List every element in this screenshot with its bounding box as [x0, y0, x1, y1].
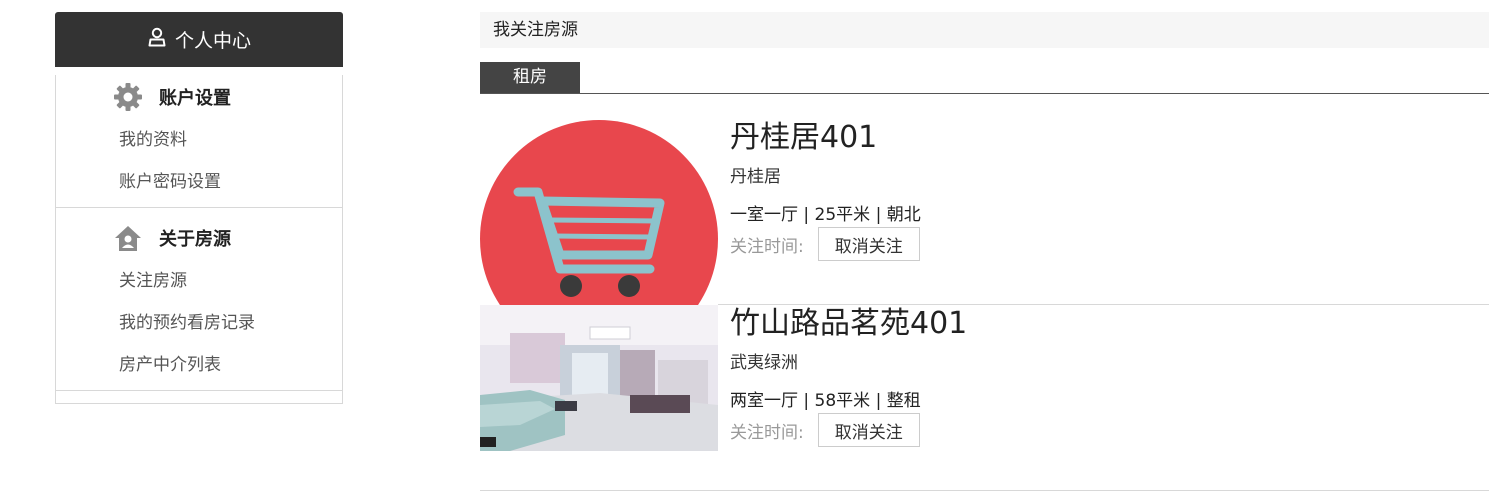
- sidebar-section-listings: 关于房源 关注房源 我的预约看房记录 房产中介列表: [56, 216, 342, 391]
- main-content: 我关注房源 租房 丹桂居401 丹桂居 一室一厅 | 25平米 | 朝北 关注时…: [480, 12, 1489, 491]
- breadcrumb: 我关注房源: [480, 12, 1489, 48]
- sidebar-footer: [56, 391, 342, 403]
- section-title-listings-label: 关于房源: [159, 229, 231, 250]
- sidebar-header-title: 个人中心: [174, 30, 251, 52]
- listing-image-living-room[interactable]: [480, 305, 718, 451]
- tab-rent[interactable]: 租房: [480, 62, 580, 93]
- sidebar-section-account: 账户设置 我的资料 账户密码设置: [56, 75, 342, 208]
- listing-title[interactable]: 竹山路品茗苑401: [730, 305, 967, 343]
- unfollow-button[interactable]: 取消关注: [817, 413, 920, 447]
- sidebar-header: 个人中心: [55, 12, 343, 67]
- listing-title[interactable]: 丹桂居401: [730, 119, 921, 157]
- follow-row: 关注时间: 取消关注: [730, 227, 921, 261]
- section-title-account-label: 账户设置: [159, 88, 231, 109]
- tab-bar: 租房: [480, 62, 1489, 94]
- listing-card: 竹山路品茗苑401 武夷绿洲 两室一厅 | 58平米 | 整租 关注时间: 取消…: [480, 305, 1489, 491]
- sidebar-item-followed-listings[interactable]: 关注房源: [56, 260, 342, 302]
- sidebar-menu: 账户设置 我的资料 账户密码设置 关于房源 关注房源 我的预约看房记录 房产中介…: [55, 75, 343, 404]
- listing-specs: 两室一厅 | 58平米 | 整租: [730, 391, 921, 411]
- follow-time-label: 关注时间:: [730, 236, 804, 257]
- listing-specs: 一室一厅 | 25平米 | 朝北: [730, 205, 921, 225]
- follow-time-label: 关注时间:: [730, 422, 804, 443]
- listing-community: 武夷绿洲: [730, 353, 798, 373]
- sidebar-item-password-settings[interactable]: 账户密码设置: [56, 161, 342, 203]
- sidebar: 个人中心 账户设置 我的资料 账户密码设置 关于房源 关注房源 我的预约看房记录…: [55, 12, 343, 404]
- gear-icon: [113, 82, 143, 112]
- house-icon: [113, 223, 143, 253]
- sidebar-item-viewing-appointments[interactable]: 我的预约看房记录: [56, 302, 342, 344]
- listing-image-cart[interactable]: [480, 119, 718, 305]
- listing-info: 丹桂居401 丹桂居 一室一厅 | 25平米 | 朝北 关注时间: 取消关注: [730, 119, 921, 261]
- listing-card: 丹桂居401 丹桂居 一室一厅 | 25平米 | 朝北 关注时间: 取消关注: [480, 119, 1489, 305]
- sidebar-item-my-profile[interactable]: 我的资料: [56, 119, 342, 161]
- listing-info: 竹山路品茗苑401 武夷绿洲 两室一厅 | 58平米 | 整租 关注时间: 取消…: [730, 305, 967, 447]
- sidebar-item-agency-list[interactable]: 房产中介列表: [56, 344, 342, 386]
- section-title-account: 账户设置: [56, 75, 342, 119]
- listing-community: 丹桂居: [730, 167, 781, 187]
- user-icon: [147, 27, 167, 52]
- follow-row: 关注时间: 取消关注: [730, 413, 967, 447]
- section-title-listings: 关于房源: [56, 216, 342, 260]
- unfollow-button[interactable]: 取消关注: [817, 227, 920, 261]
